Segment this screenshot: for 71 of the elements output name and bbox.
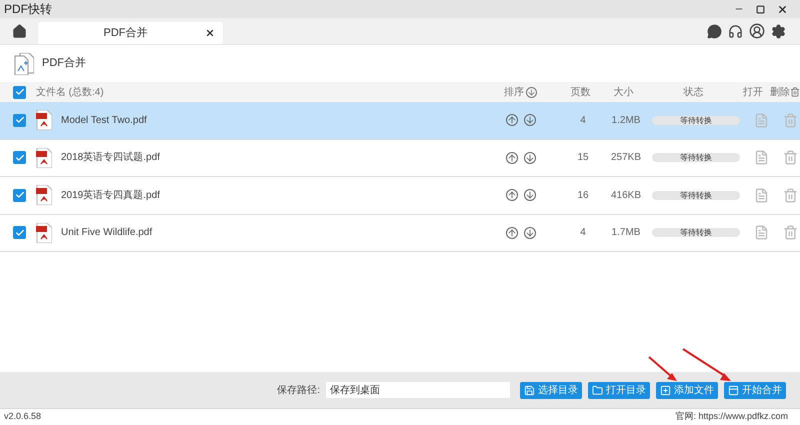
file-row[interactable]: 2018英语专四试题.pdf 15 257KB 等待转换 (0, 140, 800, 177)
checkbox[interactable] (13, 151, 26, 164)
window-title: PDF快转 (4, 1, 52, 18)
action-button[interactable]: 添加文件 (656, 382, 718, 398)
move-down-icon[interactable] (524, 226, 536, 239)
page-count: 4 (579, 114, 587, 128)
home-icon[interactable] (12, 24, 26, 38)
file-size: 257KB (610, 151, 642, 166)
file-size: 416KB (610, 188, 642, 203)
chat-icon[interactable] (707, 24, 722, 38)
status-pill: 等待转换 (652, 153, 740, 162)
headphones-icon[interactable] (728, 24, 743, 38)
plus-square-icon (660, 384, 671, 396)
window-icon (728, 384, 739, 396)
checkbox[interactable] (13, 226, 26, 240)
save-path-label: 保存路径: (277, 384, 320, 398)
close-tab-icon[interactable] (205, 28, 215, 38)
annotation-arrow (648, 356, 678, 382)
version-text: v2.0.6.58 (4, 410, 42, 424)
move-down-icon[interactable] (524, 152, 536, 164)
checkbox[interactable] (13, 188, 26, 202)
file-name: Model Test Two.pdf (61, 114, 148, 128)
tab[interactable]: PDF合并 (38, 22, 223, 44)
floppy-icon (524, 384, 535, 396)
sort-down-icon[interactable] (526, 86, 538, 98)
column-header[interactable]: 排序 (504, 84, 558, 100)
action-button[interactable]: 选择目录 (520, 382, 582, 398)
merge-pdf-icon (14, 52, 34, 74)
column-header: 状态 (682, 86, 704, 100)
maximize-icon[interactable] (756, 4, 765, 14)
file-name: Unit Five Wildlife.pdf (61, 226, 154, 240)
column-header: 页数 (570, 86, 592, 100)
page-count: 4 (579, 226, 587, 240)
settings-icon[interactable] (771, 24, 786, 38)
pdf-file-icon (36, 222, 52, 243)
column-header: 打开 (743, 86, 764, 100)
move-up-icon[interactable] (506, 189, 518, 202)
user-icon[interactable] (749, 23, 765, 39)
move-up-icon[interactable] (506, 226, 518, 239)
page-count: 16 (576, 188, 590, 203)
checkbox[interactable] (13, 86, 26, 98)
trash-icon[interactable] (790, 87, 800, 97)
column-header: 大小 (612, 86, 635, 100)
close-icon[interactable] (777, 4, 788, 14)
page-count: 15 (576, 151, 590, 166)
file-size: 1.7MB (610, 226, 642, 240)
action-button[interactable]: 开始合并 (724, 382, 786, 398)
checkbox[interactable] (13, 114, 26, 127)
pdf-file-icon (36, 185, 52, 206)
pdf-file-icon (36, 148, 52, 168)
folder-icon (592, 384, 603, 396)
action-button[interactable]: 打开目录 (588, 382, 650, 398)
annotation-arrow (682, 348, 732, 382)
website-text: 官网: https://www.pdfkz.com (675, 410, 789, 424)
status-pill: 等待转换 (652, 190, 740, 200)
tool-title: PDF合并 (42, 56, 86, 72)
move-up-icon[interactable] (506, 114, 518, 126)
status-pill: 等待转换 (652, 228, 740, 238)
file-row[interactable]: Model Test Two.pdf 4 1.2MB 等待转换 (0, 102, 800, 140)
move-down-icon[interactable] (524, 189, 536, 202)
file-name: 2019英语专四真题.pdf (61, 188, 161, 203)
column-header: 文件名 (总数:4) (36, 86, 105, 100)
save-path-field[interactable]: 保存到桌面 (326, 382, 510, 398)
file-name: 2018英语专四试题.pdf (61, 150, 161, 166)
file-size: 1.2MB (610, 114, 642, 128)
file-row[interactable]: Unit Five Wildlife.pdf 4 1.7MB 等待转换 (0, 214, 800, 252)
move-down-icon[interactable] (524, 114, 536, 126)
move-up-icon[interactable] (506, 152, 518, 164)
pdf-file-icon (36, 110, 52, 130)
column-header: 删除 (770, 84, 800, 100)
status-pill: 等待转换 (652, 116, 740, 125)
